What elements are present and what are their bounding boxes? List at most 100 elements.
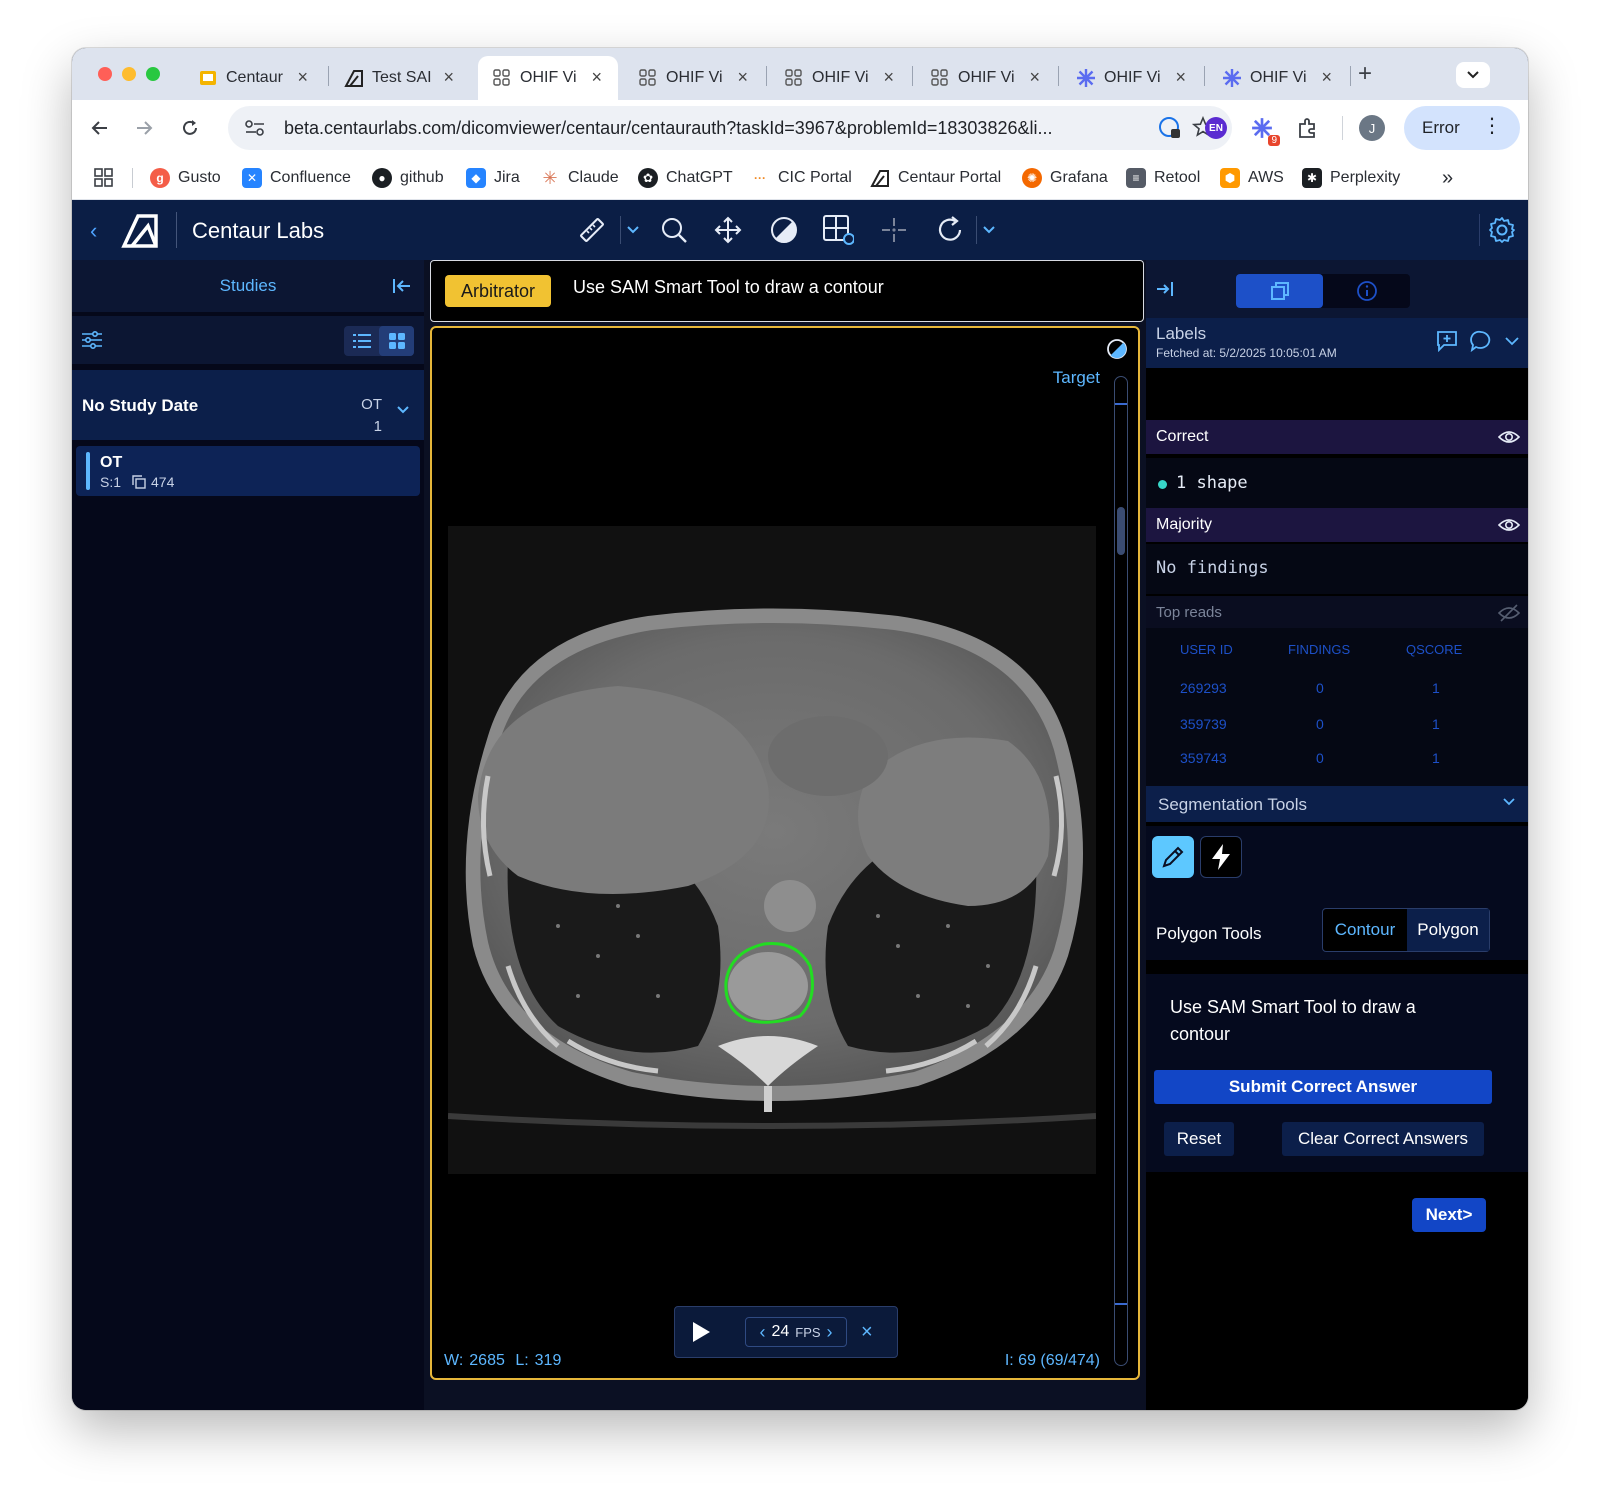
- bookmark-chatgpt[interactable]: ✿ ChatGPT: [638, 166, 733, 190]
- reset-button[interactable]: Reset: [1164, 1122, 1234, 1156]
- bookmark-jira[interactable]: ◆ Jira: [466, 166, 520, 190]
- minimize-window-button[interactable]: [122, 67, 136, 81]
- bookmark-retool[interactable]: ≡ Retool: [1126, 166, 1200, 190]
- gear-icon[interactable]: [1488, 216, 1516, 244]
- ruler-dropdown[interactable]: [624, 220, 642, 240]
- tab-labels[interactable]: [1236, 274, 1323, 308]
- slice-scrollbar[interactable]: [1114, 376, 1128, 1366]
- bookmark-claude[interactable]: ✳ Claude: [540, 166, 618, 190]
- tab-test-sai[interactable]: Test SAI ×: [330, 56, 470, 100]
- profile-avatar[interactable]: J: [1358, 114, 1386, 142]
- back-button[interactable]: [86, 114, 114, 142]
- tab-ohif[interactable]: OHIF Vi ×: [770, 56, 910, 100]
- tab-info[interactable]: [1323, 274, 1410, 308]
- list-view-button[interactable]: [344, 326, 379, 356]
- bookmark-centaur-portal[interactable]: Centaur Portal: [870, 166, 1001, 190]
- password-extension-icon[interactable]: [1156, 114, 1184, 142]
- clear-correct-answers-button[interactable]: Clear Correct Answers: [1282, 1122, 1484, 1156]
- bookmark-gusto[interactable]: g Gusto: [150, 166, 221, 190]
- close-cine-icon[interactable]: ×: [861, 1321, 873, 1344]
- tab-search-button[interactable]: [1456, 62, 1490, 88]
- tab-separator: [1204, 66, 1205, 86]
- tab-ohif-active[interactable]: OHIF Vi ×: [478, 56, 618, 100]
- tab-ohif[interactable]: OHIF Vi ×: [624, 56, 764, 100]
- error-button[interactable]: Error ⋮: [1404, 106, 1520, 150]
- collapse-right-icon[interactable]: [1154, 278, 1176, 300]
- eye-off-icon[interactable]: [1498, 602, 1520, 624]
- tab-centaur[interactable]: Centaur ×: [184, 56, 324, 100]
- study-card[interactable]: No Study Date OT 1: [72, 370, 424, 440]
- chevron-down-icon[interactable]: [396, 402, 410, 418]
- series-thumbnail[interactable]: OT S:1 474: [76, 446, 420, 496]
- tab-ohif[interactable]: OHIF Vi ×: [1062, 56, 1202, 100]
- bookmark-grafana[interactable]: ✺ Grafana: [1022, 166, 1108, 190]
- bookmark-perplexity[interactable]: ✱ Perplexity: [1302, 166, 1400, 190]
- tab-close-icon[interactable]: ×: [883, 67, 894, 88]
- crosshair-tool-button[interactable]: [878, 214, 910, 246]
- tab-ohif[interactable]: OHIF Vi ×: [916, 56, 1056, 100]
- fps-decrease-button[interactable]: ‹: [759, 1322, 765, 1343]
- zoom-tool-button[interactable]: [658, 214, 690, 246]
- bookmark-confluence[interactable]: ✕ Confluence: [242, 166, 351, 190]
- bookmark-cic-portal[interactable]: ··· CIC Portal: [750, 166, 852, 190]
- filter-sliders-icon[interactable]: [80, 328, 104, 352]
- pan-tool-button[interactable]: [712, 214, 744, 246]
- ruler-tool-button[interactable]: [576, 214, 608, 246]
- tab-close-icon[interactable]: ×: [591, 67, 602, 88]
- fps-increase-button[interactable]: ›: [827, 1322, 833, 1343]
- correct-shape-item[interactable]: 1 shape: [1176, 473, 1248, 493]
- contour-option[interactable]: Contour: [1323, 909, 1407, 951]
- pencil-icon: [1162, 846, 1184, 868]
- contrast-tool-button[interactable]: [768, 214, 800, 246]
- smart-tool-button[interactable]: [1200, 836, 1242, 878]
- studies-title[interactable]: Studies: [72, 276, 424, 296]
- eye-icon[interactable]: [1498, 514, 1520, 536]
- level-value: 319: [534, 1352, 562, 1369]
- collapse-left-icon[interactable]: [390, 274, 414, 298]
- language-extension-icon[interactable]: EN: [1202, 114, 1230, 142]
- tab-ohif[interactable]: OHIF Vi ×: [1208, 56, 1348, 100]
- pen-tool-button[interactable]: [1152, 836, 1194, 878]
- site-settings-icon[interactable]: [244, 118, 266, 143]
- chevron-down-icon: [1467, 71, 1479, 79]
- address-bar[interactable]: beta.centaurlabs.com/dicomviewer/centaur…: [228, 106, 1232, 150]
- eye-icon[interactable]: [1498, 426, 1520, 448]
- reload-button[interactable]: [176, 114, 204, 142]
- grid-icon: [388, 333, 405, 349]
- chevron-down-icon[interactable]: [1504, 335, 1520, 347]
- play-icon[interactable]: [691, 1321, 711, 1343]
- grid-view-button[interactable]: [379, 326, 414, 356]
- chevron-down-icon[interactable]: [1502, 794, 1516, 810]
- bookmark-aws[interactable]: ⬢ AWS: [1220, 166, 1284, 190]
- apps-grid-icon[interactable]: [94, 168, 114, 193]
- polygon-option[interactable]: Polygon: [1407, 909, 1489, 951]
- starburst-extension-icon[interactable]: 9: [1248, 114, 1280, 146]
- add-comment-icon[interactable]: [1436, 330, 1458, 352]
- close-window-button[interactable]: [98, 67, 112, 81]
- back-chevron-icon[interactable]: ‹: [90, 218, 97, 244]
- tab-close-icon[interactable]: ×: [297, 67, 308, 88]
- tab-close-icon[interactable]: ×: [1029, 67, 1040, 88]
- contrast-icon[interactable]: [1106, 338, 1128, 360]
- rotate-tool-button[interactable]: [934, 214, 966, 246]
- bookmark-divider: [132, 168, 133, 188]
- image-viewport[interactable]: Target W: 2685 L: 319 I: 69 (69/474) ‹ 2…: [430, 326, 1140, 1380]
- extensions-puzzle-icon[interactable]: [1294, 114, 1322, 142]
- next-button[interactable]: Next>: [1412, 1198, 1486, 1232]
- scrollbar-thumb[interactable]: [1117, 507, 1125, 555]
- kebab-menu-icon[interactable]: ⋮: [1482, 116, 1502, 136]
- more-tools-dropdown[interactable]: [980, 220, 998, 240]
- tab-close-icon[interactable]: ×: [737, 67, 748, 88]
- layout-tool-button[interactable]: [822, 214, 854, 246]
- new-tab-button[interactable]: +: [1358, 60, 1372, 88]
- segmentation-tools-header[interactable]: Segmentation Tools: [1146, 786, 1528, 822]
- tab-close-icon[interactable]: ×: [1321, 67, 1332, 88]
- tab-close-icon[interactable]: ×: [1175, 67, 1186, 88]
- bookmark-github[interactable]: ● github: [372, 166, 444, 190]
- more-bookmarks-button[interactable]: »: [1442, 166, 1453, 190]
- tab-close-icon[interactable]: ×: [443, 67, 454, 88]
- forward-button[interactable]: [130, 114, 158, 142]
- maximize-window-button[interactable]: [146, 67, 160, 81]
- submit-correct-answer-button[interactable]: Submit Correct Answer: [1154, 1070, 1492, 1104]
- comment-icon[interactable]: [1470, 330, 1492, 352]
